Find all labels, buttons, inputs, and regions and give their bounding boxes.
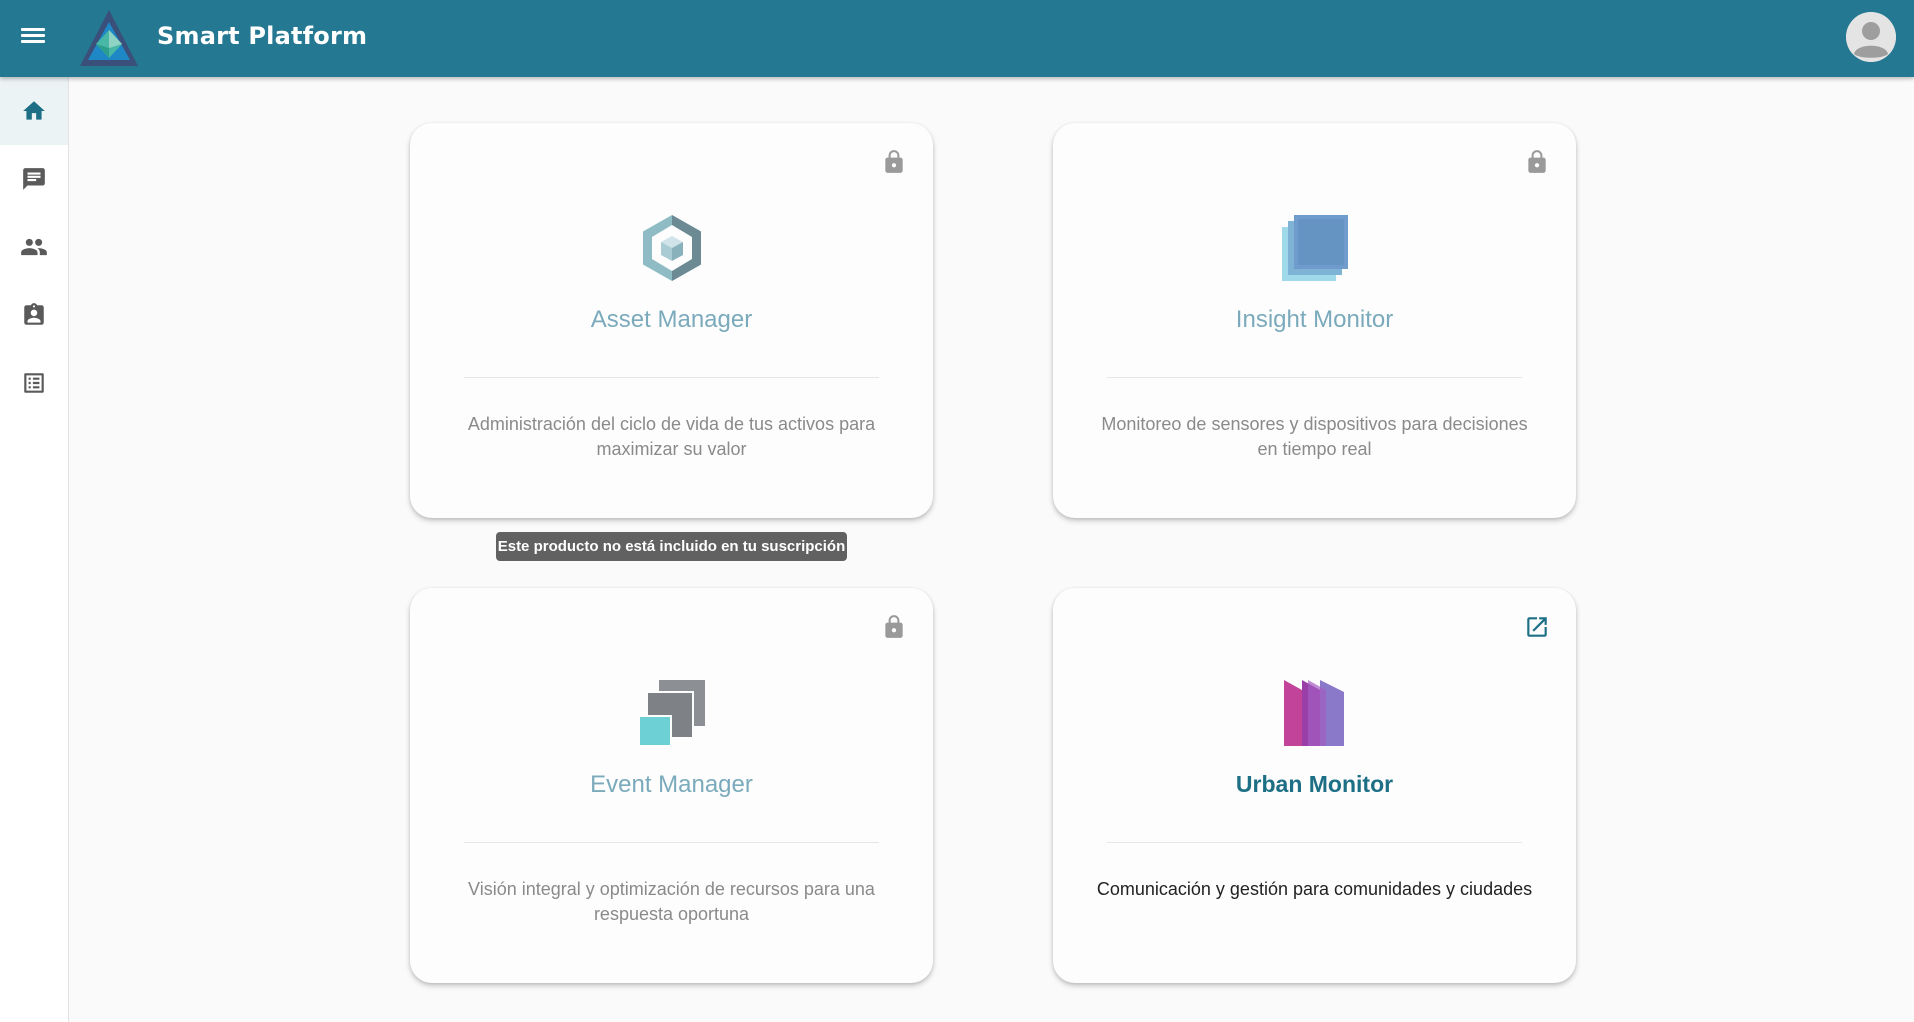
card-description: Monitoreo de sensores y dispositivos par…: [1101, 414, 1528, 459]
home-icon: [23, 101, 45, 120]
card-title: Insight Monitor: [1235, 306, 1394, 333]
assignment-ind-icon: [24, 303, 44, 325]
card-title: Urban Monitor: [1235, 771, 1394, 797]
lock-icon: [1528, 150, 1546, 173]
card-divider: [464, 842, 879, 843]
sidebar: [0, 77, 69, 1022]
sidebar-item-home[interactable]: [0, 77, 68, 145]
product-card-urban-monitor[interactable]: Urban Monitor Comunicación y gestión par…: [1053, 588, 1576, 983]
open-in-new-icon[interactable]: [1524, 614, 1550, 640]
product-card-event-manager[interactable]: Event Manager Visión integral y optimiza…: [410, 588, 933, 983]
sidebar-item-messages[interactable]: [0, 145, 68, 213]
card-divider: [1107, 842, 1522, 843]
asset-manager-logo: [642, 215, 701, 281]
card-divider: [1107, 377, 1522, 378]
list-alt-icon: [24, 373, 44, 393]
product-card-insight-monitor[interactable]: Insight Monitor Monitoreo de sensores y …: [1053, 123, 1576, 518]
card-description: Comunicación y gestión para comunidades …: [1096, 879, 1533, 899]
card-title: Asset Manager: [590, 306, 753, 333]
sidebar-item-assignments[interactable]: [0, 281, 68, 349]
product-card-asset-manager[interactable]: Asset Manager Administración del ciclo d…: [410, 123, 933, 518]
chat-icon: [23, 168, 45, 190]
people-icon: [21, 238, 47, 256]
insight-monitor-logo: [1281, 215, 1348, 281]
event-manager-logo: [637, 680, 705, 747]
top-app-bar: Smart Platform: [0, 0, 1914, 77]
card-description: Administración del ciclo de vida de tus …: [467, 414, 876, 459]
card-description: Visión integral y optimización de recurs…: [468, 879, 875, 924]
lock-icon: [885, 615, 903, 638]
lock-icon: [885, 150, 903, 173]
subscription-tooltip: Este producto no está incluido en tu sus…: [496, 532, 847, 561]
card-title: Event Manager: [590, 771, 753, 798]
urban-monitor-logo: [1283, 680, 1344, 746]
sidebar-item-list[interactable]: [0, 349, 68, 417]
sidebar-item-users[interactable]: [0, 213, 68, 281]
platform-logo: [80, 10, 138, 66]
card-divider: [464, 377, 879, 378]
account-avatar-icon[interactable]: [1846, 12, 1896, 62]
app-title: Smart Platform: [157, 22, 368, 50]
menu-icon[interactable]: [19, 25, 47, 49]
